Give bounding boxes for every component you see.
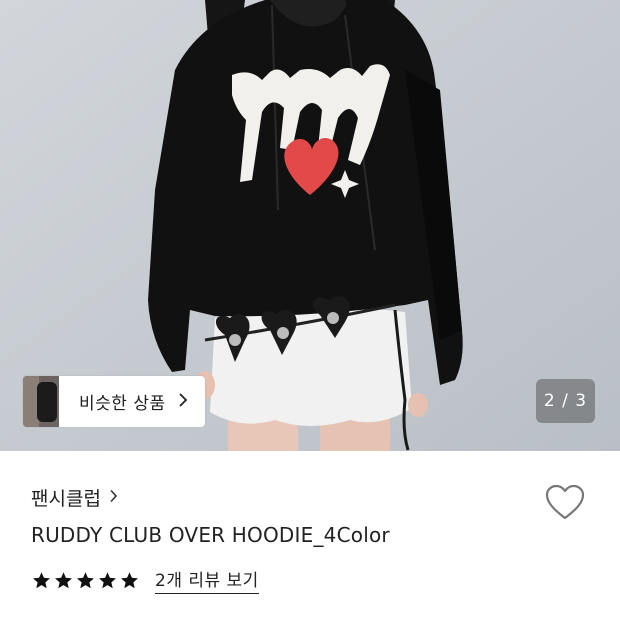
rating-row: 2개 리뷰 보기 — [32, 566, 259, 594]
rating-stars — [32, 571, 142, 590]
product-title: RUDDY CLUB OVER HOODIE_4Color — [31, 523, 390, 547]
star-icon — [121, 571, 138, 588]
star-icon — [99, 571, 116, 588]
star-icon — [55, 571, 72, 588]
wishlist-button[interactable] — [545, 484, 585, 522]
similar-products-button[interactable]: 비슷한 상품 — [23, 376, 205, 427]
star-icon — [33, 571, 50, 588]
image-page-counter: 2 / 3 — [536, 379, 595, 423]
star-icon — [77, 571, 94, 588]
heart-outline-icon — [545, 484, 585, 520]
chevron-right-icon — [109, 489, 118, 507]
similar-products-thumbnail — [23, 376, 59, 427]
brand-link[interactable]: 팬시클럽 — [31, 484, 118, 511]
chevron-right-icon — [178, 392, 188, 412]
review-link[interactable]: 2개 리뷰 보기 — [155, 566, 259, 594]
brand-name: 팬시클럽 — [31, 488, 101, 510]
similar-products-label: 비슷한 상품 — [79, 394, 166, 414]
